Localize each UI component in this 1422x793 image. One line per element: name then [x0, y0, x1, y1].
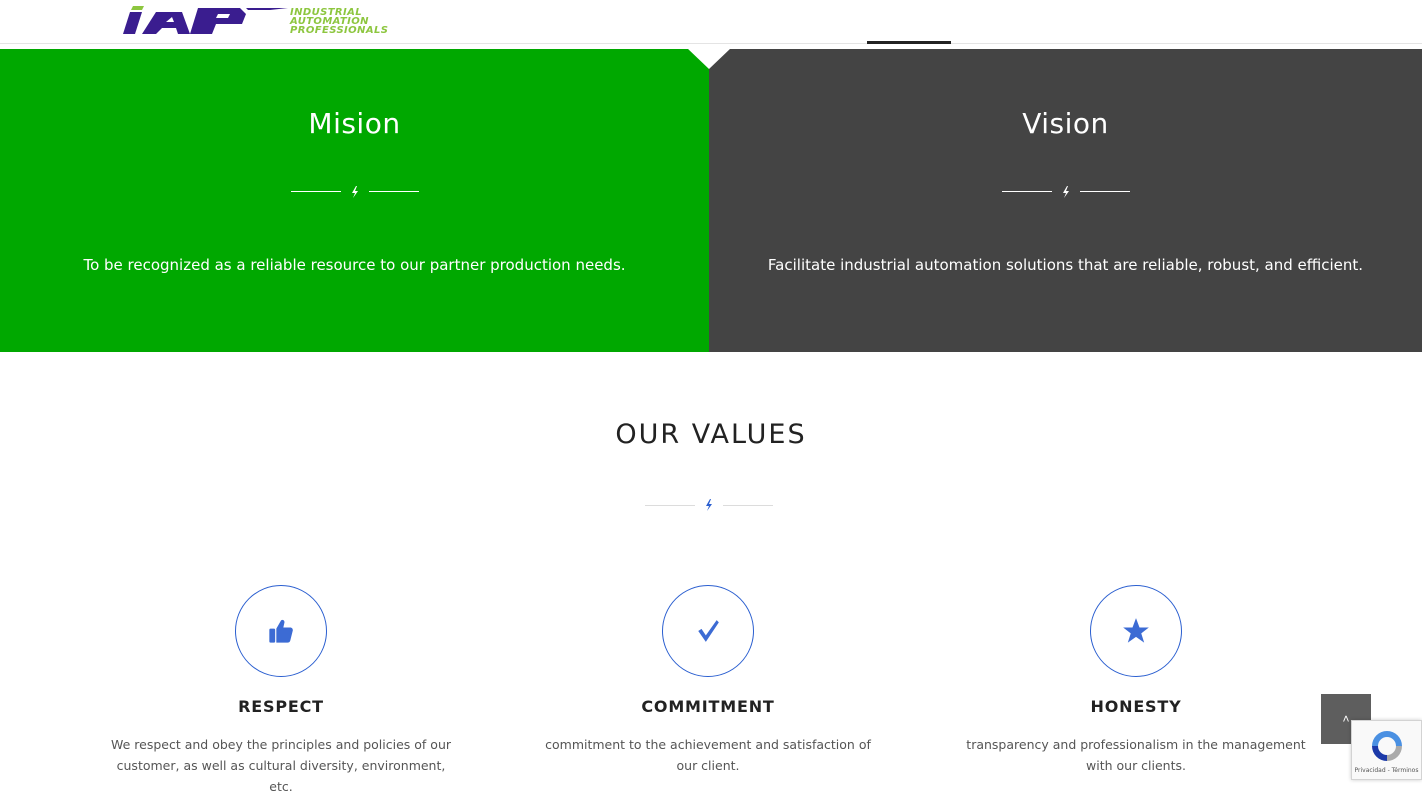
value-card-respect: RESPECT We respect and obey the principl… — [91, 585, 471, 793]
divider-line — [1001, 191, 1052, 192]
lightning-icon — [1062, 186, 1069, 198]
recaptcha-badge[interactable]: Privacidad - Términos — [1351, 720, 1422, 780]
lightning-icon — [706, 499, 712, 511]
check-icon-glyph — [698, 620, 719, 642]
value-text: transparency and professionalism in the … — [966, 737, 1306, 773]
chevron-up-icon: ˄ — [1342, 712, 1350, 726]
nav-active-indicator — [867, 41, 951, 44]
divider-line — [645, 505, 695, 506]
star-icon — [1090, 585, 1182, 677]
divider-line — [290, 191, 341, 192]
value-title: COMMITMENT — [641, 697, 775, 716]
value-title: HONESTY — [1090, 697, 1182, 716]
values-title: OUR VALUES — [615, 419, 807, 450]
value-card-honesty: HONESTY transparency and professionalism… — [946, 585, 1326, 776]
vision-divider — [1001, 185, 1130, 199]
mission-section: Mision To be recognized as a reliable re… — [0, 49, 709, 352]
value-text: We respect and obey the principles and p… — [110, 737, 452, 793]
logo-wordmark: INDUSTRIAL AUTOMATION PROFESSIONALS — [290, 8, 389, 36]
divider-line — [1079, 191, 1130, 192]
values-divider — [645, 498, 773, 512]
thumbs-up-icon — [235, 585, 327, 677]
iap-logo-mark — [123, 6, 288, 34]
section-notch — [687, 48, 731, 69]
vision-title: Vision — [1022, 107, 1109, 140]
recaptcha-terms[interactable]: Privacidad - Términos — [1352, 767, 1421, 774]
thumbs-up-icon-glyph — [269, 619, 293, 643]
value-title: RESPECT — [238, 697, 324, 716]
recaptcha-icon — [1372, 731, 1402, 761]
mission-title: Mision — [308, 107, 401, 140]
mission-text: To be recognized as a reliable resource … — [83, 256, 626, 274]
company-logo[interactable]: INDUSTRIAL AUTOMATION PROFESSIONALS — [120, 4, 430, 38]
mission-divider — [290, 185, 419, 199]
star-icon-glyph — [1123, 618, 1149, 643]
check-icon — [662, 585, 754, 677]
divider-line — [723, 505, 773, 506]
value-card-commitment: COMMITMENT commitment to the achievement… — [518, 585, 898, 776]
vision-section: Vision Facilitate industrial automation … — [709, 49, 1422, 352]
value-text: commitment to the achievement and satisf… — [545, 737, 871, 773]
divider-line — [368, 191, 419, 192]
logo-line: PROFESSIONALS — [290, 25, 389, 36]
site-header: INDUSTRIAL AUTOMATION PROFESSIONALS — [0, 0, 1422, 44]
lightning-icon — [351, 186, 358, 198]
vision-text: Facilitate industrial automation solutio… — [767, 256, 1364, 274]
